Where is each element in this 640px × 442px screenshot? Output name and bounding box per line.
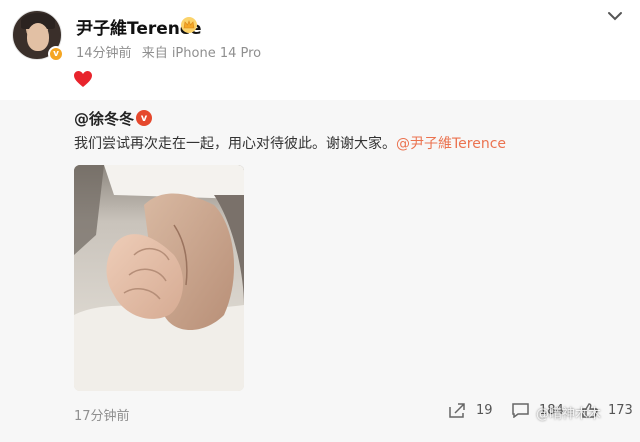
photo-illustration <box>74 165 244 391</box>
mention-link[interactable]: @尹子維Terence <box>396 136 506 152</box>
repost-body: 我们尝试再次走在一起，用心对待彼此。谢谢大家。 <box>74 136 396 152</box>
share-button[interactable]: 19 <box>449 403 493 418</box>
crown-icon <box>181 17 197 33</box>
heart-icon <box>74 71 92 87</box>
like-count: 173 <box>608 403 633 418</box>
post-source: 来自 iPhone 14 Pro <box>141 46 262 61</box>
verified-badge-icon: v <box>48 46 64 62</box>
share-count: 19 <box>476 403 493 418</box>
post-header: v 尹子維Terence 14分钟前 来自 iPhone 14 Pro <box>0 0 640 100</box>
watermark: @晴神木木 <box>536 407 602 422</box>
repost-time: 17分钟前 <box>74 409 130 424</box>
post-meta: 14分钟前 来自 iPhone 14 Pro <box>76 42 267 61</box>
post-time: 14分钟前 <box>76 46 132 61</box>
photo-holding-hands[interactable] <box>74 165 244 391</box>
comment-icon <box>512 403 529 418</box>
repost-card[interactable]: @徐冬冬 v 我们尝试再次走在一起，用心对待彼此。谢谢大家。@尹子維Terenc… <box>0 100 640 442</box>
avatar-face <box>27 23 49 51</box>
repost-text: 我们尝试再次走在一起，用心对待彼此。谢谢大家。@尹子維Terence <box>74 133 506 153</box>
repost-username[interactable]: @徐冬冬 <box>74 108 134 129</box>
verified-badge-red-icon: v <box>136 110 152 126</box>
share-icon <box>449 403 465 418</box>
chevron-down-icon[interactable] <box>607 10 623 22</box>
